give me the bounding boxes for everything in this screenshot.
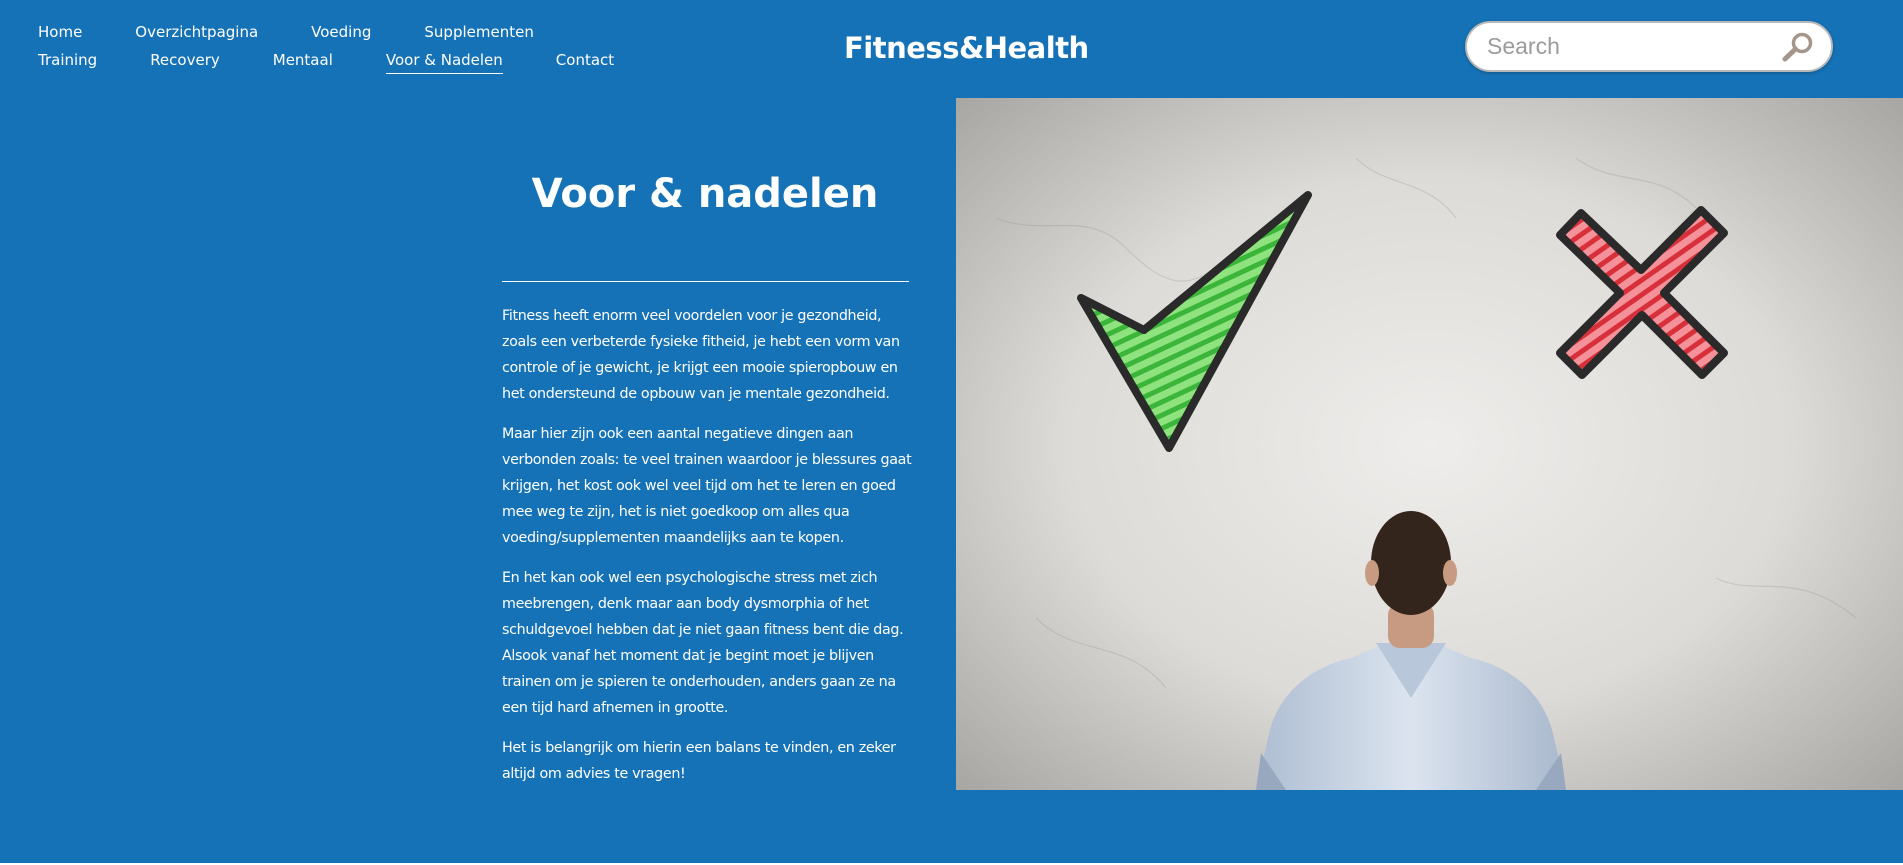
hero-illustration: [956, 98, 1903, 790]
nav-link-voeding[interactable]: Voeding: [311, 22, 371, 42]
paragraph-4: Het is belangrijk om hierin een balans t…: [502, 740, 896, 782]
nav-row-2: Training Recovery Mentaal Voor & Nadelen…: [38, 50, 667, 74]
search-box: [1465, 21, 1833, 72]
hero-image: [956, 98, 1903, 790]
nav-link-overzichtpagina[interactable]: Overzichtpagina: [135, 22, 258, 42]
page: Home Overzichtpagina Voeding Supplemente…: [0, 0, 1903, 865]
nav-link-contact[interactable]: Contact: [556, 50, 614, 74]
paragraph-2: Maar hier zijn ook een aantal negatieve …: [502, 426, 912, 546]
page-title: Voor & nadelen: [531, 171, 879, 217]
nav-link-training[interactable]: Training: [38, 50, 97, 74]
title-divider: [502, 281, 909, 282]
nav-row-1: Home Overzichtpagina Voeding Supplemente…: [38, 22, 587, 42]
search-input[interactable]: [1487, 31, 1757, 62]
nav-link-recovery[interactable]: Recovery: [150, 50, 220, 74]
search-button[interactable]: [1781, 31, 1815, 63]
nav-link-voor-nadelen[interactable]: Voor & Nadelen: [385, 50, 503, 74]
magnifier-icon: [1782, 32, 1813, 62]
nav-link-home[interactable]: Home: [38, 22, 82, 42]
nav-link-mentaal[interactable]: Mentaal: [273, 50, 333, 74]
paragraph-1: Fitness heeft enorm veel voordelen voor …: [502, 308, 900, 402]
brand-logo[interactable]: Fitness&Health: [844, 28, 1089, 68]
page-background: Home Overzichtpagina Voeding Supplemente…: [0, 0, 1903, 863]
nav-link-supplementen[interactable]: Supplementen: [424, 22, 533, 42]
article-body: Fitness heeft enorm veel voordelen voor …: [502, 303, 914, 801]
paragraph-3: En het kan ook wel een psychologische st…: [502, 570, 904, 716]
